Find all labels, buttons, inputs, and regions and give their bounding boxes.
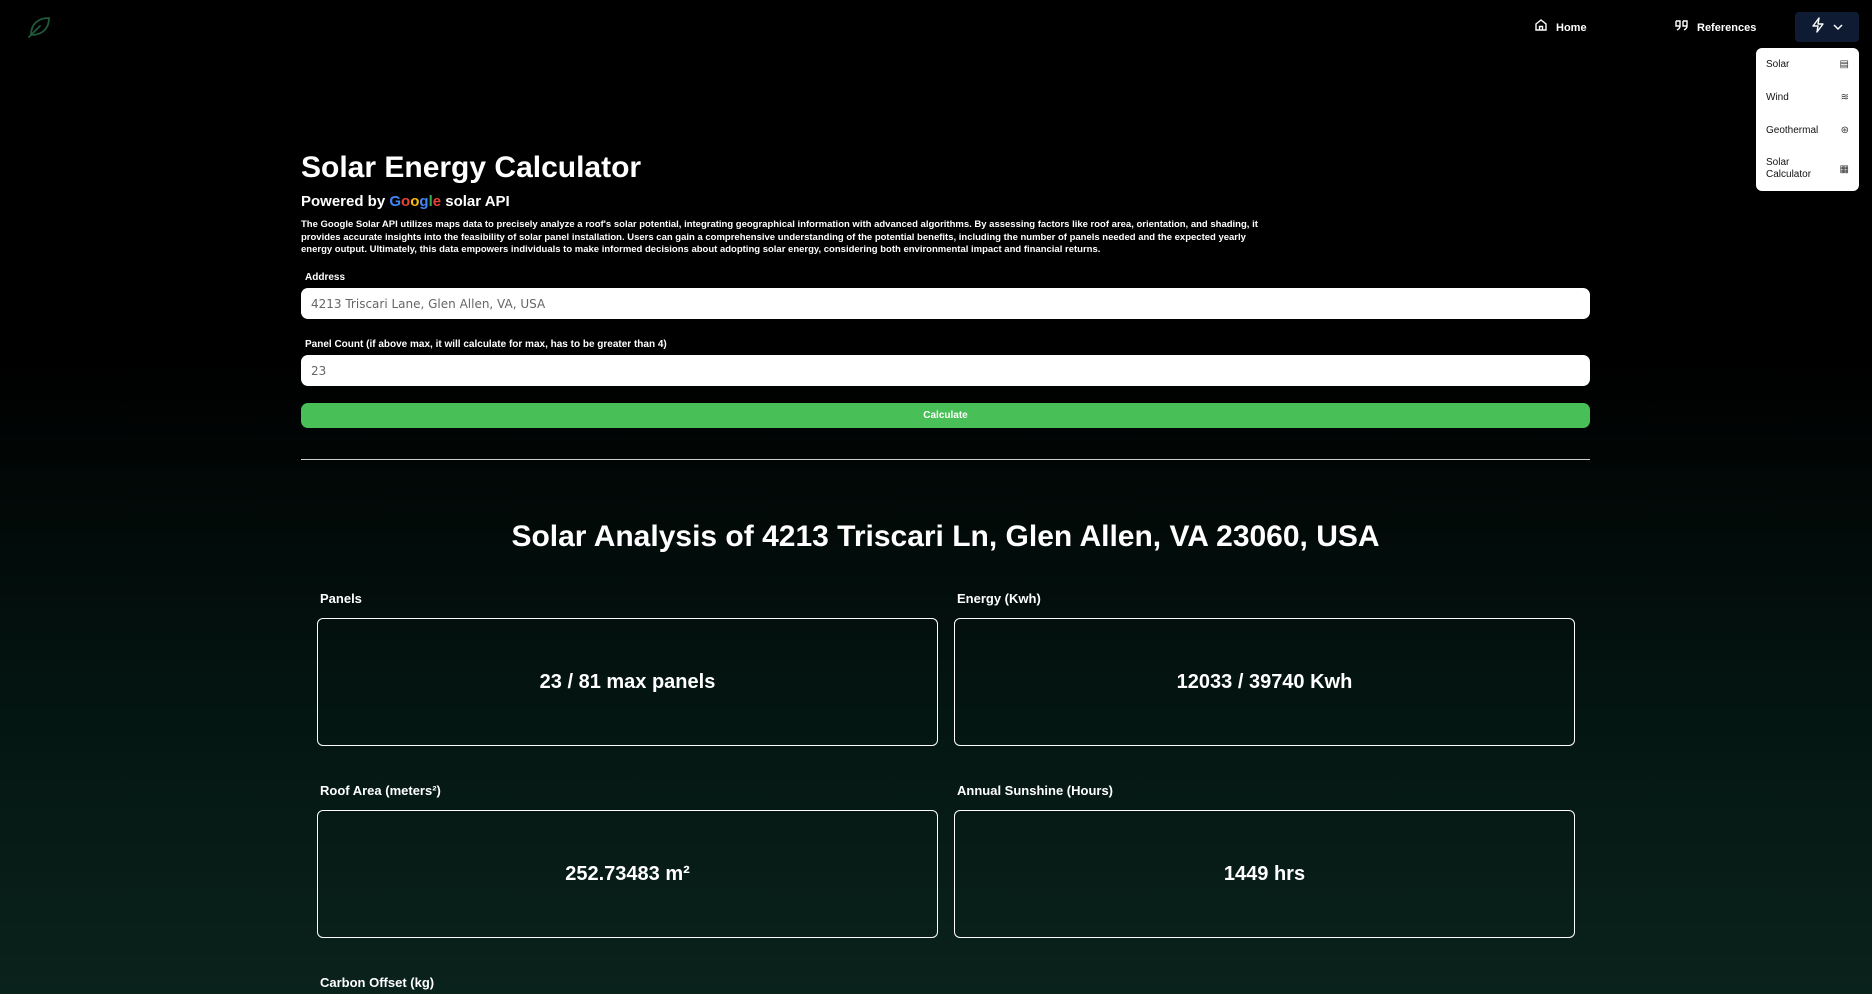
stat-value-sunshine: 1449 hrs — [1223, 862, 1306, 885]
stat-box-sunshine: 1449 hrs — [954, 810, 1575, 938]
panel-count-input[interactable] — [301, 355, 1590, 386]
quote-icon — [1674, 18, 1689, 37]
stat-label-sunshine: Annual Sunshine (Hours) — [957, 783, 1113, 798]
stat-value-roof-area: 252.73483 m² — [565, 862, 690, 885]
menu-item-geothermal[interactable]: Geothermal ⊛ — [1756, 114, 1859, 147]
stat-label-panels: Panels — [320, 591, 362, 606]
energy-menu-toggle[interactable] — [1795, 12, 1859, 42]
menu-item-label: Wind — [1766, 91, 1789, 103]
stat-box-roof-area: 252.73483 m² — [317, 810, 938, 938]
home-icon — [1534, 18, 1548, 37]
nav-home-label: Home — [1556, 21, 1587, 34]
analysis-title: Solar Analysis of 4213 Triscari Ln, Glen… — [511, 520, 1380, 553]
stat-box-panels: 23 / 81 max panels — [317, 618, 938, 746]
energy-dropdown-menu: Solar ▤ Wind ≋ Geothermal ⊛ Solar Calcul… — [1756, 48, 1859, 191]
leaf-logo-icon[interactable] — [26, 14, 52, 40]
stat-value-energy: 12033 / 39740 Kwh — [1176, 670, 1353, 693]
description: The Google Solar API utilizes maps data … — [301, 219, 1258, 255]
calculate-button[interactable]: Calculate — [301, 403, 1590, 428]
panel-count-label: Panel Count (if above max, it will calcu… — [305, 339, 667, 350]
wind-icon: ≋ — [1840, 92, 1849, 103]
powered-suffix: solar API — [445, 193, 510, 210]
divider — [301, 459, 1590, 460]
menu-item-solar[interactable]: Solar ▤ — [1756, 48, 1859, 81]
powered-prefix: Powered by — [301, 193, 386, 210]
chevron-down-icon — [1833, 18, 1843, 36]
stat-label-roof-area: Roof Area (meters²) — [320, 783, 441, 798]
lightning-icon — [1811, 16, 1825, 38]
google-logo: Google — [389, 193, 442, 210]
menu-item-label: Geothermal — [1766, 124, 1819, 136]
stat-value-panels: 23 / 81 max panels — [539, 670, 716, 693]
calculator-icon: ▦ — [1839, 163, 1849, 175]
menu-item-solar-calculator[interactable]: Solar Calculator ▦ — [1756, 147, 1859, 191]
solar-panel-icon: ▤ — [1839, 59, 1849, 70]
stat-label-energy: Energy (Kwh) — [957, 591, 1041, 606]
nav-home-link[interactable]: Home — [1534, 18, 1587, 37]
page-title: Solar Energy Calculator — [301, 151, 642, 184]
powered-by: Powered by Google solar API — [301, 193, 510, 210]
address-input[interactable] — [301, 288, 1590, 319]
stat-label-carbon-offset: Carbon Offset (kg) — [320, 975, 435, 990]
address-label: Address — [305, 272, 346, 283]
menu-item-label: Solar — [1766, 58, 1790, 70]
menu-item-label: Solar Calculator — [1766, 157, 1812, 180]
nav-references-label: References — [1697, 21, 1757, 34]
menu-item-wind[interactable]: Wind ≋ — [1756, 81, 1859, 114]
nav-references-link[interactable]: References — [1674, 18, 1756, 37]
stat-box-energy: 12033 / 39740 Kwh — [954, 618, 1575, 746]
geothermal-icon: ⊛ — [1840, 125, 1849, 136]
